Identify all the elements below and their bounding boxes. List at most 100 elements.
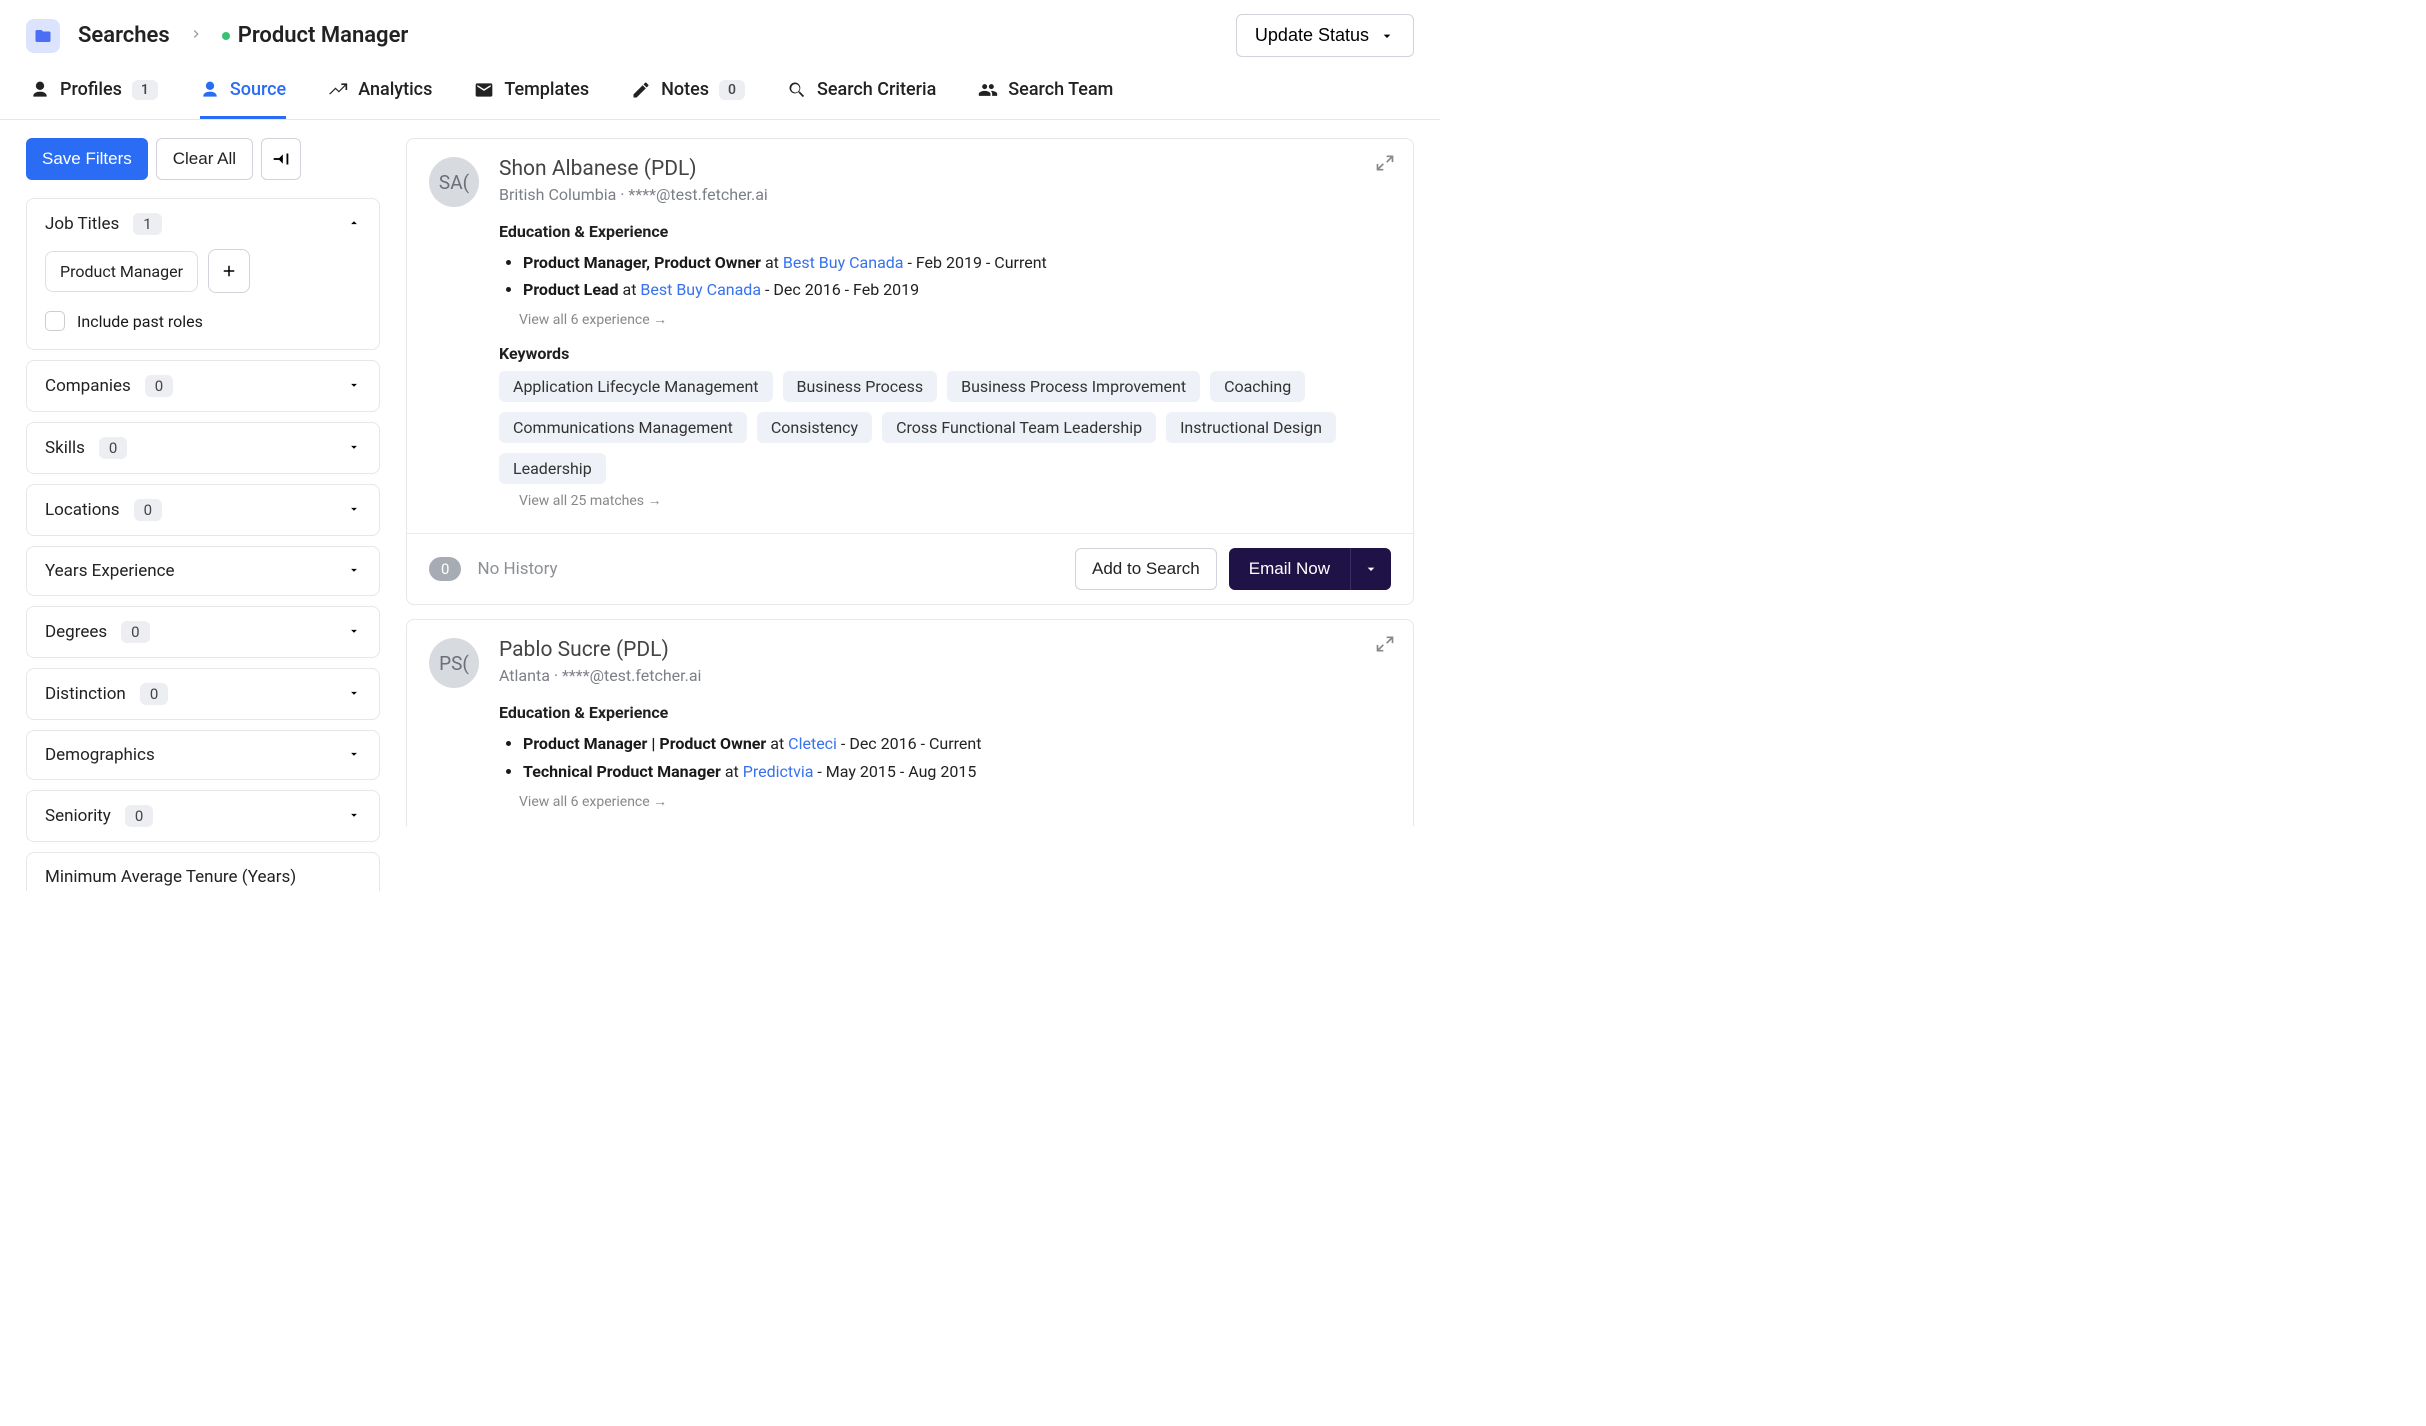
filter-header-degrees[interactable]: Degrees 0 [27,607,379,657]
include-past-roles-checkbox[interactable] [45,311,65,331]
filter-header-demographics[interactable]: Demographics [27,731,379,779]
experience-item: Technical Product Manager at Predictvia … [523,758,1391,785]
search-icon [787,80,807,100]
pencil-icon [631,80,651,100]
company-link[interactable]: Best Buy Canada [640,280,761,299]
section-keywords: Keywords [499,344,1391,363]
chevron-down-icon [347,746,361,765]
view-all-experience-link[interactable]: View all 6 experience → [519,793,1391,810]
add-to-search-button[interactable]: Add to Search [1075,548,1217,590]
expand-card-button[interactable] [1375,634,1395,658]
keyword-chip: Communications Management [499,412,747,443]
filter-panel-locations: Locations 0 [26,484,380,536]
chevron-down-icon [347,623,361,642]
keyword-chip: Consistency [757,412,872,443]
filter-count-job-titles: 1 [133,213,161,235]
filter-header-years-experience[interactable]: Years Experience [27,547,379,595]
tab-analytics[interactable]: Analytics [328,79,432,119]
plus-icon [220,262,238,280]
company-link[interactable]: Best Buy Canada [783,253,904,272]
collapse-sidebar-button[interactable] [261,138,301,180]
expand-icon [1375,634,1395,654]
profile-subline: Atlanta · ****@test.fetcher.ai [499,666,1391,685]
filter-header-distinction[interactable]: Distinction 0 [27,669,379,719]
mail-icon [474,80,494,100]
keyword-chip: Application Lifecycle Management [499,371,773,402]
filter-panel-demographics: Demographics [26,730,380,780]
clear-all-button[interactable]: Clear All [156,138,253,180]
filters-sidebar: Save Filters Clear All Job Titles 1 [26,138,380,901]
email-now-button[interactable]: Email Now [1229,548,1350,590]
tab-search-criteria[interactable]: Search Criteria [787,79,936,119]
chevron-down-icon [347,807,361,826]
profile-card: SA( Shon Albanese (PDL) British Columbia… [406,138,1414,605]
chevron-down-icon [347,377,361,396]
profile-subline: British Columbia · ****@test.fetcher.ai [499,185,1391,204]
tab-search-team[interactable]: Search Team [978,79,1113,119]
tab-profiles-badge: 1 [132,80,158,100]
breadcrumb: Searches Product Manager [26,19,408,53]
filter-panel-companies: Companies 0 [26,360,380,412]
section-education-experience: Education & Experience [499,222,1391,241]
filter-header-skills[interactable]: Skills 0 [27,423,379,473]
chevron-down-icon [347,501,361,520]
chevron-down-icon [1379,28,1395,44]
tab-source[interactable]: Source [200,79,286,119]
company-link[interactable]: Predictvia [743,762,814,781]
keyword-chip: Leadership [499,453,606,484]
keyword-chip: Business Process Improvement [947,371,1200,402]
history-count-badge: 0 [429,557,461,581]
expand-icon [1375,153,1395,173]
experience-item: Product Manager | Product Owner at Clete… [523,730,1391,757]
history-text: No History [477,559,557,579]
add-job-title-button[interactable] [208,249,250,293]
chevron-down-icon [1363,561,1379,577]
people-icon [978,80,998,100]
filter-panel-skills: Skills 0 [26,422,380,474]
avatar: PS( [429,638,479,688]
keyword-chip: Instructional Design [1166,412,1336,443]
profile-name[interactable]: Shon Albanese (PDL) [499,157,1391,181]
person-icon [200,80,220,100]
filter-header-job-titles[interactable]: Job Titles 1 [27,199,379,249]
status-dot-icon [222,32,230,40]
tab-notes-badge: 0 [719,80,745,100]
filter-header-companies[interactable]: Companies 0 [27,361,379,411]
filter-header-min-tenure[interactable]: Minimum Average Tenure (Years) [27,853,379,891]
filter-panel-min-tenure: Minimum Average Tenure (Years) [26,852,380,891]
keyword-chip: Business Process [783,371,938,402]
include-past-roles-label: Include past roles [77,312,203,331]
tab-profiles[interactable]: Profiles 1 [30,79,158,119]
folder-icon [26,19,60,53]
breadcrumb-current: Product Manager [222,23,409,48]
company-link[interactable]: Cleteci [788,734,837,753]
profile-name[interactable]: Pablo Sucre (PDL) [499,638,1391,662]
filter-panel-years-experience: Years Experience [26,546,380,596]
chevron-down-icon [347,685,361,704]
save-filters-button[interactable]: Save Filters [26,138,148,180]
profile-card: PS( Pablo Sucre (PDL) Atlanta · ****@tes… [406,619,1414,825]
filter-header-seniority[interactable]: Seniority 0 [27,791,379,841]
tab-templates[interactable]: Templates [474,79,589,119]
tab-bar: Profiles 1 Source Analytics Templates No… [0,63,1440,120]
experience-item: Product Lead at Best Buy Canada - Dec 20… [523,276,1391,303]
tab-notes[interactable]: Notes 0 [631,79,745,119]
view-all-experience-link[interactable]: View all 6 experience → [519,311,1391,328]
filter-chip-product-manager[interactable]: Product Manager [45,251,198,292]
chevron-down-icon [347,439,361,458]
person-icon [30,80,50,100]
filter-panel-distinction: Distinction 0 [26,668,380,720]
section-education-experience: Education & Experience [499,703,1391,722]
chevron-right-icon [188,26,204,46]
keyword-chip: Cross Functional Team Leadership [882,412,1156,443]
filter-header-locations[interactable]: Locations 0 [27,485,379,535]
expand-card-button[interactable] [1375,153,1395,177]
results-list: SA( Shon Albanese (PDL) British Columbia… [406,138,1414,840]
filter-panel-job-titles: Job Titles 1 Product Manager Include [26,198,380,350]
breadcrumb-root[interactable]: Searches [78,23,170,48]
collapse-left-icon [270,148,292,170]
view-all-matches-link[interactable]: View all 25 matches → [519,492,1391,509]
update-status-button[interactable]: Update Status [1236,14,1414,57]
avatar: SA( [429,157,479,207]
email-dropdown-button[interactable] [1350,548,1391,590]
